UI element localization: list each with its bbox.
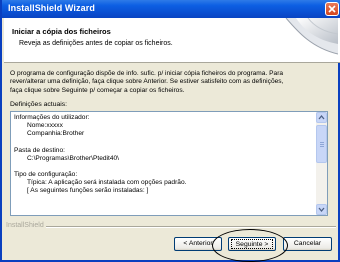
scroll-down-button[interactable] bbox=[316, 204, 327, 215]
installer-window: InstallShield Wizard Iniciar a cópia dos… bbox=[0, 0, 340, 262]
setup-type-value: Típica: A aplicação será instalada com o… bbox=[27, 179, 187, 187]
destination-path: C:\Programas\Brother\Ptedit40\ bbox=[27, 154, 119, 162]
cancel-button[interactable]: Cancelar bbox=[283, 237, 332, 251]
header-title: Iniciar a cópia dos ficheiros bbox=[12, 27, 111, 36]
scroll-up-button[interactable] bbox=[316, 112, 327, 123]
highlight-circle bbox=[212, 229, 288, 262]
features-note: [ As seguintes funções serão instaladas:… bbox=[27, 187, 149, 195]
user-name: Nome:xxxxx bbox=[27, 122, 63, 130]
setup-type-label: Tipo de configuração: bbox=[14, 171, 78, 179]
current-settings-label: Definições actuais: bbox=[10, 101, 68, 108]
chevron-down-icon bbox=[318, 207, 325, 213]
footer-divider bbox=[46, 226, 336, 228]
installshield-brand: InstallShield bbox=[6, 222, 44, 229]
header-subtitle: Reveja as definições antes de copiar os … bbox=[19, 40, 173, 47]
description-line: rever/alterar uma definição, faça clique… bbox=[10, 78, 284, 86]
close-icon bbox=[328, 5, 336, 13]
description-line: faça clique sobre Seguinte p/ começar a … bbox=[10, 86, 185, 94]
wizard-header: Iniciar a cópia dos ficheiros Reveja as … bbox=[4, 18, 340, 63]
user-company: Companhia:Brother bbox=[27, 130, 85, 138]
settings-content: Informações do utilizador: Nome:xxxxx Co… bbox=[14, 114, 312, 196]
destination-label: Pasta de destino: bbox=[14, 146, 65, 154]
window-title: InstallShield Wizard bbox=[8, 3, 95, 13]
settings-textbox[interactable]: Informações do utilizador: Nome:xxxxx Co… bbox=[10, 111, 328, 216]
chevron-up-icon bbox=[318, 114, 325, 120]
description-text: O programa de configuração dispõe de inf… bbox=[10, 70, 336, 95]
title-bar[interactable]: InstallShield Wizard bbox=[2, 0, 340, 18]
close-button[interactable] bbox=[325, 2, 339, 16]
description-line: O programa de configuração dispõe de inf… bbox=[10, 70, 284, 77]
scroll-thumb[interactable] bbox=[316, 125, 327, 163]
wizard-graphic-icon bbox=[285, 18, 338, 55]
user-info-label: Informações do utilizador: bbox=[14, 114, 90, 121]
vertical-scrollbar[interactable] bbox=[316, 112, 327, 215]
